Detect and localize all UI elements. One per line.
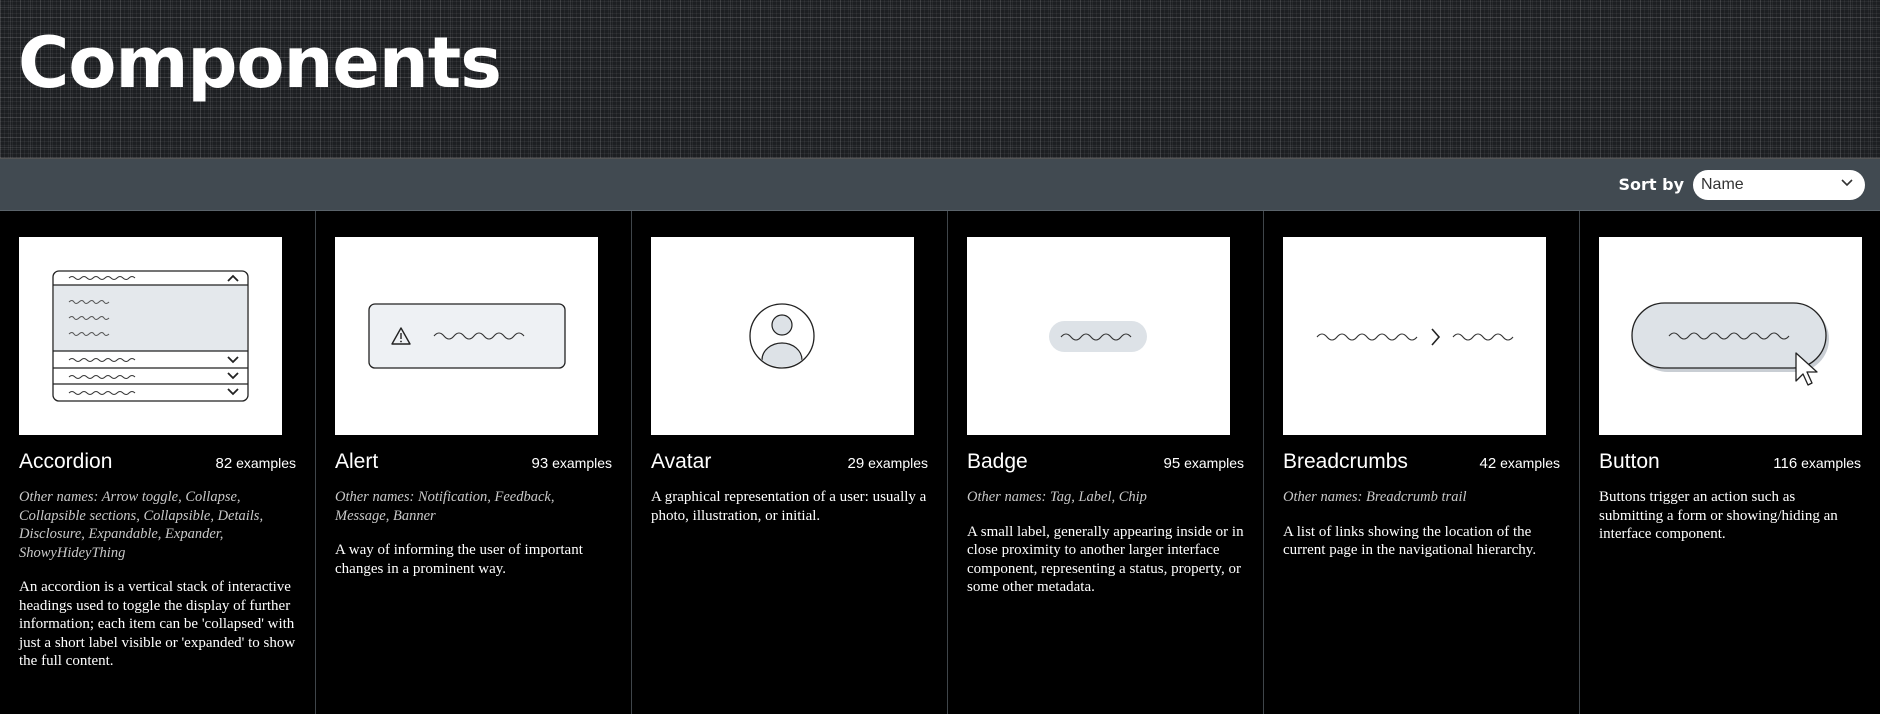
- accordion-illustration: [19, 237, 282, 435]
- component-card-avatar[interactable]: Avatar 29 examples A graphical represent…: [632, 211, 948, 714]
- example-count: 42 examples: [1480, 455, 1561, 472]
- component-card-accordion[interactable]: Accordion 82 examples Other names: Arrow…: [0, 211, 316, 714]
- card-header: Avatar 29 examples: [651, 450, 928, 478]
- component-grid: Accordion 82 examples Other names: Arrow…: [0, 211, 1880, 714]
- badge-illustration: [967, 237, 1230, 435]
- sort-select[interactable]: Name: [1693, 169, 1865, 200]
- alert-illustration: [335, 237, 598, 435]
- card-header: Badge 95 examples: [967, 450, 1244, 478]
- example-count-suffix: examples: [236, 455, 296, 471]
- example-count-suffix: examples: [1500, 455, 1560, 471]
- example-count-number: 42: [1479, 455, 1497, 472]
- sort-toolbar: Sort by Name: [0, 159, 1880, 211]
- card-header: Alert 93 examples: [335, 450, 612, 478]
- example-count: 82 examples: [216, 455, 297, 472]
- example-count-number: 116: [1773, 455, 1798, 472]
- chevron-down-icon: [1839, 174, 1855, 195]
- component-card-alert[interactable]: Alert 93 examples Other names: Notificat…: [316, 211, 632, 714]
- card-title[interactable]: Alert: [335, 450, 378, 474]
- card-header: Breadcrumbs 42 examples: [1283, 450, 1560, 478]
- button-illustration: [1599, 237, 1862, 435]
- example-count-suffix: examples: [868, 455, 928, 471]
- card-description: A small label, generally appearing insid…: [967, 523, 1244, 596]
- other-names: Other names: Tag, Label, Chip: [967, 489, 1147, 505]
- card-title[interactable]: Breadcrumbs: [1283, 450, 1408, 474]
- example-count: 116 examples: [1773, 455, 1861, 472]
- card-description: An accordion is a vertical stack of inte…: [19, 579, 296, 669]
- card-title[interactable]: Badge: [967, 450, 1028, 474]
- avatar-illustration: [651, 237, 914, 435]
- example-count-suffix: examples: [1801, 455, 1861, 471]
- card-description: Buttons trigger an action such as submit…: [1599, 489, 1838, 542]
- card-title[interactable]: Button: [1599, 450, 1660, 474]
- page-header: Components: [0, 0, 1880, 159]
- user-silhouette-icon: [749, 303, 815, 369]
- example-count: 29 examples: [848, 455, 929, 472]
- component-card-breadcrumbs[interactable]: Breadcrumbs 42 examples Other names: Bre…: [1264, 211, 1580, 714]
- other-names: Other names: Arrow toggle, Collapse, Col…: [19, 489, 264, 561]
- other-names: Other names: Breadcrumb trail: [1283, 489, 1467, 505]
- card-title[interactable]: Avatar: [651, 450, 711, 474]
- card-header: Button 116 examples: [1599, 450, 1861, 478]
- card-description: A list of links showing the location of …: [1283, 523, 1537, 559]
- component-card-badge[interactable]: Badge 95 examples Other names: Tag, Labe…: [948, 211, 1264, 714]
- other-names: Other names: Notification, Feedback, Mes…: [335, 489, 555, 524]
- card-description: A graphical representation of a user: us…: [651, 489, 927, 524]
- sort-selected-value: Name: [1701, 175, 1744, 193]
- example-count-number: 95: [1163, 455, 1181, 472]
- sort-label: Sort by: [1618, 175, 1684, 194]
- breadcrumbs-illustration: [1283, 237, 1546, 435]
- example-count-suffix: examples: [552, 455, 612, 471]
- component-card-button[interactable]: Button 116 examples Buttons trigger an a…: [1580, 211, 1880, 714]
- example-count: 93 examples: [532, 455, 613, 472]
- card-title[interactable]: Accordion: [19, 450, 112, 474]
- example-count-number: 93: [531, 455, 549, 472]
- chevron-right-icon: [1431, 328, 1441, 346]
- example-count-number: 29: [847, 455, 865, 472]
- example-count-number: 82: [215, 455, 233, 472]
- page-title: Components: [18, 22, 502, 104]
- card-description: A way of informing the user of important…: [335, 542, 583, 577]
- card-header: Accordion 82 examples: [19, 450, 296, 478]
- example-count-suffix: examples: [1184, 455, 1244, 471]
- example-count: 95 examples: [1164, 455, 1245, 472]
